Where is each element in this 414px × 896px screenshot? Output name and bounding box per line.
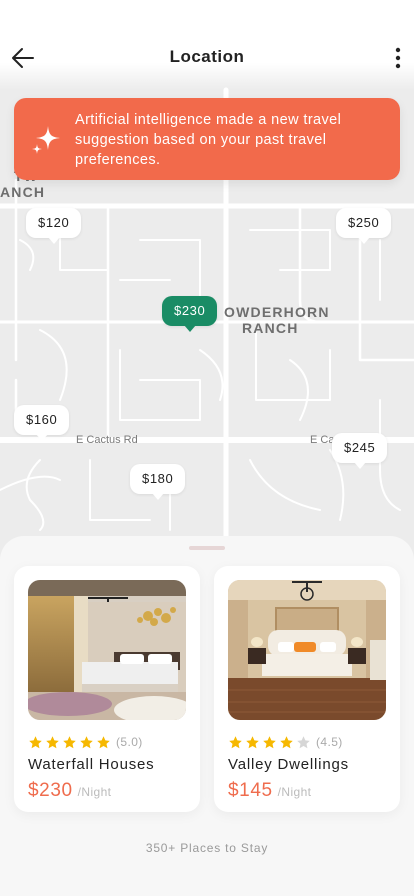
- page-title: Location: [169, 47, 245, 66]
- street-label: E Cactus Rd: [76, 434, 138, 446]
- star-icon: [229, 735, 242, 748]
- star-rating: (5.0): [28, 734, 143, 750]
- star-icon: [46, 735, 59, 748]
- listing-name: Valley Dwellings: [228, 756, 349, 773]
- more-vertical-icon[interactable]: [390, 44, 406, 72]
- listing-name: Waterfall Houses: [28, 756, 155, 773]
- rating-value: (4.5): [316, 735, 343, 749]
- star-icon: [80, 735, 93, 748]
- price-unit: /Night: [77, 785, 112, 799]
- listing-card[interactable]: (4.5) Valley Dwellings $145 /Night: [214, 566, 400, 812]
- rating-value: (5.0): [116, 735, 143, 749]
- price-unit: /Night: [277, 785, 312, 799]
- star-icon: [263, 735, 276, 748]
- listing-price-row: $230 /Night: [28, 780, 111, 802]
- drag-handle[interactable]: [189, 546, 225, 550]
- star-icon: [246, 735, 259, 748]
- star-icon: [63, 735, 76, 748]
- listing-price: $145: [228, 780, 273, 801]
- sparkle-icon: [32, 126, 60, 154]
- places-count: 350+ Places to Stay: [145, 841, 269, 855]
- star-rating: (4.5): [228, 734, 343, 750]
- star-icon: [280, 735, 293, 748]
- listing-photo: [28, 580, 186, 720]
- top-bar: Location: [0, 0, 414, 90]
- map-area-label: ANCH: [0, 184, 46, 200]
- price-pin[interactable]: $120: [26, 208, 82, 244]
- price-pin-selected[interactable]: $230: [162, 296, 218, 332]
- price-pin[interactable]: $160: [14, 405, 70, 441]
- listing-card[interactable]: (5.0) Waterfall Houses $230 /Night: [14, 566, 200, 812]
- listing-price: $230: [28, 780, 73, 801]
- price-pin[interactable]: $180: [130, 464, 186, 500]
- star-icon: [97, 735, 110, 748]
- map-area-label: RANCH: [242, 320, 299, 336]
- price-pin[interactable]: $250: [336, 208, 392, 244]
- ai-suggestion-banner[interactable]: Artificial intelligence made a new trave…: [14, 98, 400, 180]
- map-area-label: OWDERHORN: [224, 304, 330, 320]
- price-pin[interactable]: $245: [332, 433, 388, 469]
- star-empty-icon: [297, 735, 310, 748]
- star-icon: [29, 735, 42, 748]
- listings-bottom-sheet: (5.0) Waterfall Houses $230 /Night (4.5)…: [0, 536, 414, 896]
- street-label: E Ca: [310, 434, 335, 446]
- listing-photo: [228, 580, 386, 720]
- ai-suggestion-text: Artificial intelligence made a new trave…: [75, 112, 342, 168]
- listing-price-row: $145 /Night: [228, 780, 311, 802]
